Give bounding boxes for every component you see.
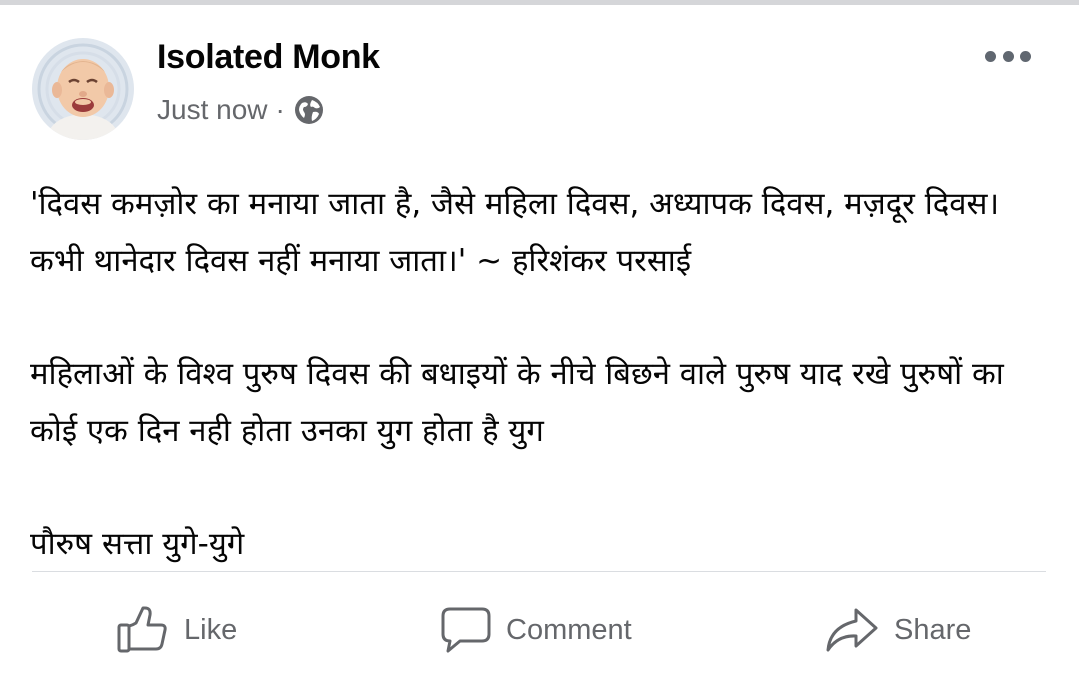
post-meta: Just now · [157,92,325,128]
post-paragraph-1: 'दिवस कमज़ोर का मनाया जाता है, जैसे महिल… [30,186,1000,279]
post-timestamp[interactable]: Just now [157,94,268,126]
post-body: 'दिवस कमज़ोर का मनाया जाता है, जैसे महिल… [30,176,1060,573]
post-paragraph-3: पौरुष सत्ता युगे-युगे [30,526,245,562]
more-dot [985,50,996,62]
more-dot [1020,50,1031,62]
more-dot [1002,50,1014,62]
actions-divider [32,571,1046,572]
comment-button[interactable]: Comment [440,600,632,660]
comment-label: Comment [506,613,632,646]
share-label: Share [894,613,972,646]
globe-icon [293,94,325,126]
author-name[interactable]: Isolated Monk [157,38,380,77]
share-button[interactable]: Share [824,600,971,660]
like-button[interactable]: Like [116,600,237,660]
post-paragraph-2: महिलाओं के विश्व पुरुष दिवस की बधाइयों क… [30,356,1004,449]
meta-separator: · [275,94,285,125]
thumbs-up-icon [117,606,167,653]
avatar[interactable] [32,38,134,140]
like-label: Like [184,613,238,646]
share-arrow-icon [826,608,878,652]
more-options-icon[interactable] [985,44,1031,68]
avatar-image [32,38,134,140]
comment-bubble-icon [441,607,491,653]
top-border [0,0,1079,5]
